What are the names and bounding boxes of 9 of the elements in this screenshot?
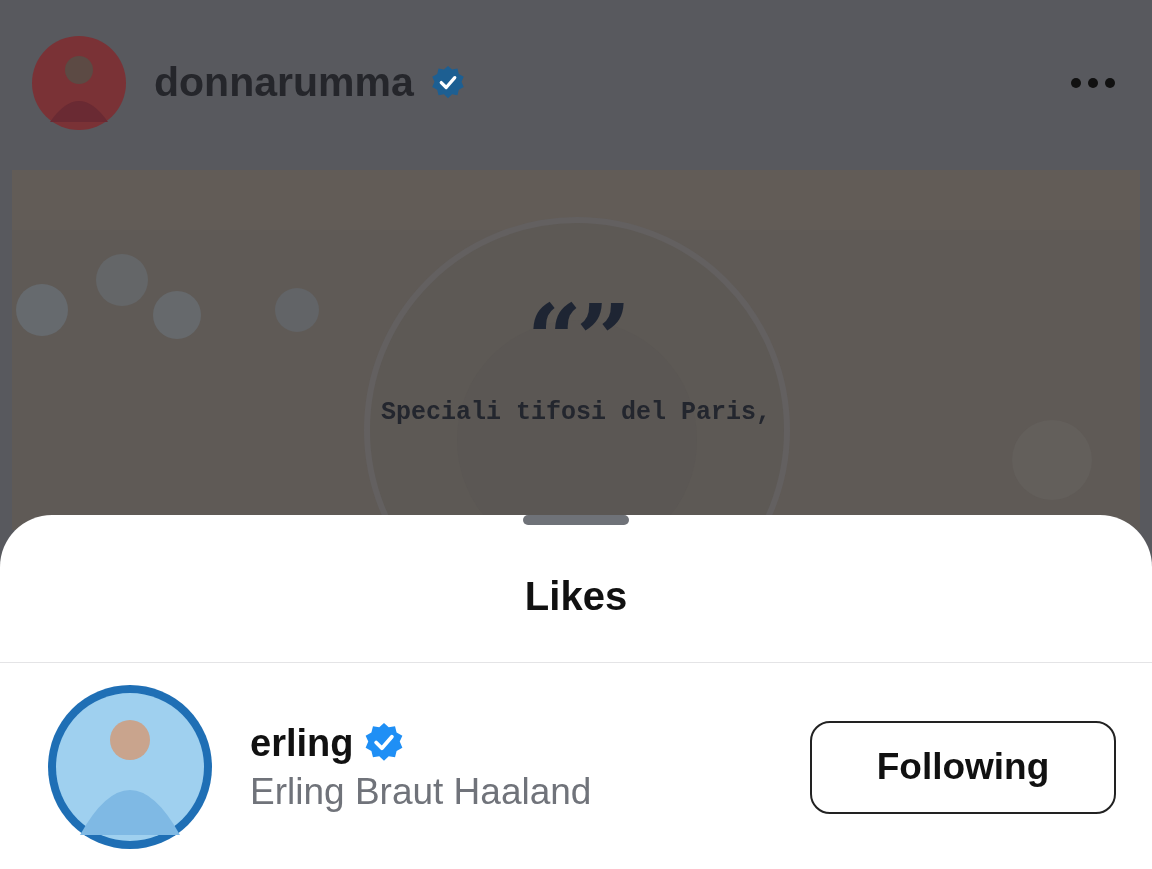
quote-mark: “” [526, 300, 626, 380]
sheet-title: Likes [523, 573, 629, 619]
full-name: Erling Braut Haaland [250, 770, 592, 813]
following-button[interactable]: Following [810, 720, 1116, 814]
username[interactable]: erling [250, 721, 354, 765]
post-caption: Speciali tifosi del Paris, [380, 398, 772, 427]
avatar[interactable] [48, 685, 212, 849]
drag-handle[interactable] [523, 515, 629, 525]
more-options-icon[interactable] [1070, 76, 1116, 89]
